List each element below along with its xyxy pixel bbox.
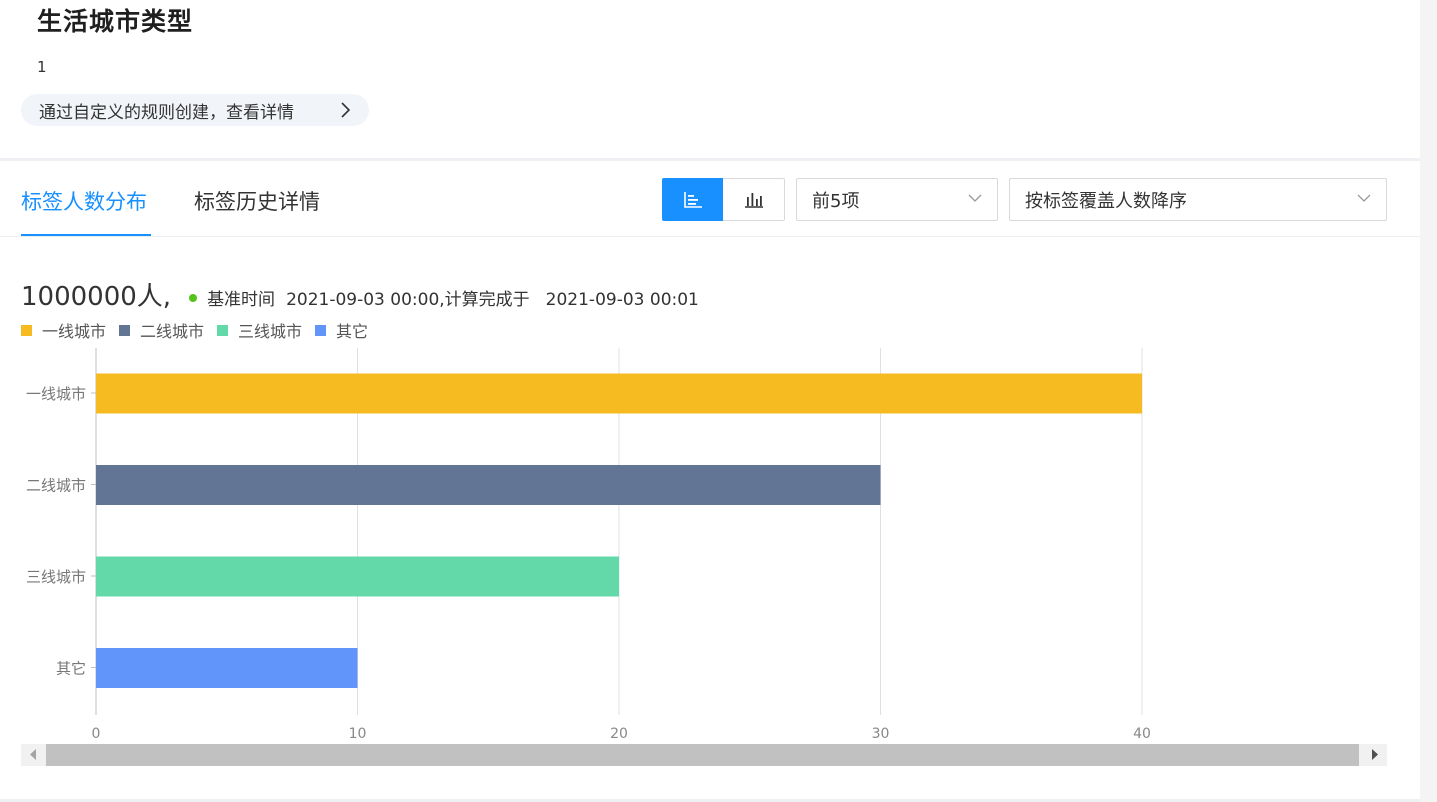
tag-summary: 1000000人, 基准时间 2021-09-03 00:00,计算完成于 20… [21,276,699,313]
coverage-count: 1000000人, [21,282,172,312]
legend-label: 三线城市 [238,322,303,341]
legend-item[interactable]: 一线城市 [21,318,106,342]
chart-legend: 一线城市 二线城市 三线城市 其它 [21,318,381,342]
tabs-divider [0,236,1420,237]
page-title: 生活城市类型 [37,7,194,36]
legend-swatch [217,324,229,336]
legend-item[interactable]: 三线城市 [217,318,302,342]
y-tick-label: 一线城市 [26,385,86,403]
computed-time-value: 2021-09-03 00:01 [545,290,699,310]
x-tick-label: 10 [349,726,367,742]
tab-tag-history[interactable]: 标签历史详情 [194,186,320,216]
legend-swatch [119,324,131,336]
x-tick-label: 40 [1133,726,1151,742]
horizontal-bar-chart-icon [683,191,702,208]
chevron-down-icon [1357,194,1371,202]
bar[interactable] [96,648,358,688]
bar[interactable] [96,556,619,597]
chevron-right-icon [341,102,350,118]
chevron-down-icon [968,194,982,202]
bar[interactable] [96,373,1142,414]
rule-details-link[interactable]: 通过自定义的规则创建，查看详情 [21,94,369,126]
legend-swatch [21,324,32,336]
chart-view-toggle [662,178,785,221]
x-tick-label: 0 [92,726,101,742]
bar[interactable] [96,465,881,505]
scroll-left-arrow-icon[interactable] [30,749,37,760]
base-time-label: 基准时间 [207,290,276,310]
rule-details-label: 通过自定义的规则创建，查看详情 [39,102,294,123]
legend-item[interactable]: 二线城市 [119,318,204,342]
base-time-value: 2021-09-03 00:00,计算完成于 [286,290,530,310]
legend-item[interactable]: 其它 [315,318,368,342]
y-tick-label: 三线城市 [26,568,86,586]
vertical-bar-view-button[interactable] [723,178,785,221]
sort-order-select[interactable]: 按标签覆盖人数降序 [1009,178,1387,221]
chart-horizontal-scrollbar[interactable] [21,744,1387,766]
y-tick-label: 其它 [56,660,86,678]
legend-label: 一线城市 [42,322,107,341]
x-tick-label: 20 [610,726,628,742]
sort-order-select-value: 按标签覆盖人数降序 [1025,190,1187,212]
scroll-right-arrow-icon[interactable] [1371,749,1378,760]
legend-label: 其它 [336,322,369,341]
horizontal-bar-view-button[interactable] [662,178,723,221]
header-divider [0,158,1420,161]
vertical-bar-chart-icon [744,192,763,208]
legend-swatch [315,324,327,336]
main-panel: 生活城市类型 1 通过自定义的规则创建，查看详情 标签人数分布 标签历史详情 前… [0,0,1420,802]
status-dot-icon [189,294,198,302]
tag-distribution-chart: 一线城市二线城市三线城市其它 0 10 20 30 40 [26,348,1151,742]
tag-description: 1 [37,58,47,76]
scrollbar-thumb[interactable] [46,744,1359,766]
y-tick-label: 二线城市 [26,477,86,495]
legend-label: 二线城市 [140,322,205,341]
page-scrollbar-track[interactable] [1420,0,1437,802]
top-n-select-value: 前5项 [812,190,860,212]
tab-tag-distribution[interactable]: 标签人数分布 [21,186,147,216]
top-n-select[interactable]: 前5项 [796,178,998,221]
x-tick-label: 30 [872,726,890,742]
